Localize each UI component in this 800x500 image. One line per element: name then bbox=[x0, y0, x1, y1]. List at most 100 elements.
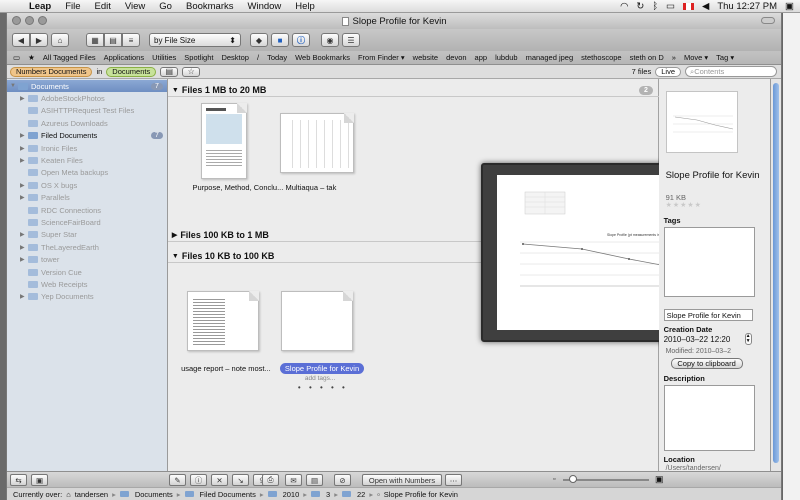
info-button[interactable]: ⓘ bbox=[292, 33, 310, 47]
path-crumb[interactable]: Filed Documents bbox=[200, 490, 256, 499]
bookmark-item[interactable]: devon bbox=[446, 53, 466, 62]
file-name[interactable]: usage report – note most... bbox=[171, 364, 281, 373]
columns-view-button[interactable]: ▤ bbox=[104, 33, 122, 47]
canada-flag-icon[interactable] bbox=[683, 2, 695, 10]
disclosure-triangle-icon[interactable]: ▶ bbox=[172, 231, 177, 239]
sidebar-item[interactable]: ▶ Keaten Files bbox=[7, 154, 167, 166]
path-crumb[interactable]: Documents bbox=[135, 490, 173, 499]
name-field[interactable]: Slope Profile for Kevin bbox=[663, 309, 753, 321]
sidebar-item[interactable]: ▶ Ironic Files bbox=[7, 142, 167, 154]
copy-to-clipboard-button[interactable]: Copy to clipboard bbox=[670, 358, 743, 369]
bookmarks-book-icon[interactable]: ▭ bbox=[13, 53, 20, 62]
disclosure-triangle-icon[interactable]: ▶ bbox=[20, 157, 28, 164]
bookmark-item[interactable]: From Finder ▾ bbox=[358, 53, 405, 62]
bookmark-item[interactable]: Spotlight bbox=[184, 53, 213, 62]
forward-button[interactable]: ▶ bbox=[30, 33, 48, 47]
sidebar-item-documents[interactable]: ▼ Documents 7 bbox=[7, 80, 167, 93]
sidebar-item[interactable]: Open Meta backups bbox=[7, 167, 167, 179]
path-crumb[interactable]: 22 bbox=[357, 490, 365, 499]
path-crumb[interactable]: tandersen bbox=[75, 490, 108, 499]
print-button[interactable]: ⎙ bbox=[262, 474, 279, 486]
user-icon[interactable]: ▣ bbox=[785, 1, 794, 12]
sidebar-item[interactable]: RDC Connections bbox=[7, 204, 167, 216]
info-bottom-button[interactable]: ⓘ bbox=[190, 474, 207, 486]
file-thumbnail[interactable] bbox=[280, 291, 353, 351]
group-header[interactable]: ▼ Files 1 MB to 20 MB 2 bbox=[167, 84, 665, 97]
file-thumbnail[interactable] bbox=[200, 103, 247, 179]
menu-bookmarks[interactable]: Bookmarks bbox=[179, 1, 241, 12]
disclosure-triangle-icon[interactable]: ▶ bbox=[20, 231, 28, 238]
star-icon[interactable]: ★ bbox=[28, 53, 35, 62]
bookmark-item[interactable]: / bbox=[257, 53, 259, 62]
bookmark-item[interactable]: Applications bbox=[104, 53, 144, 62]
clock[interactable]: Thu 12:27 PM bbox=[717, 1, 777, 12]
menu-go[interactable]: Go bbox=[152, 1, 179, 12]
description-field[interactable] bbox=[663, 385, 755, 451]
date-stepper[interactable]: ▲ ▼ bbox=[744, 333, 752, 345]
back-button[interactable]: ◀ bbox=[12, 33, 30, 47]
overflow-chevron-icon[interactable]: » bbox=[672, 53, 676, 62]
sidebar-item-filed-documents[interactable]: ▶ Filed Documents 7 bbox=[7, 130, 167, 142]
sidebar-item[interactable]: ▶ TheLayeredEarth bbox=[7, 241, 167, 253]
sidebar-item[interactable]: ▶ Yep Documents bbox=[7, 291, 167, 303]
volume-icon[interactable]: ◀ bbox=[702, 1, 709, 12]
sidebar-item[interactable]: Version Cue bbox=[7, 266, 167, 278]
close-window-button[interactable] bbox=[12, 16, 21, 25]
sidebar-item[interactable]: Azureus Downloads bbox=[7, 117, 167, 129]
menu-window[interactable]: Window bbox=[241, 1, 289, 12]
action-button[interactable]: ☰ bbox=[342, 33, 360, 47]
disclosure-triangle-icon[interactable]: ▶ bbox=[20, 132, 28, 139]
scrollbar-thumb[interactable] bbox=[773, 83, 780, 463]
toolbar-toggle-button[interactable] bbox=[761, 17, 775, 24]
search-input[interactable]: ⌕ Contents bbox=[685, 66, 777, 77]
scope-token[interactable]: Numbers Documents bbox=[10, 66, 93, 77]
disclosure-triangle-icon[interactable]: ▶ bbox=[20, 145, 28, 152]
icon-view-button[interactable]: ▦ bbox=[86, 33, 104, 47]
rating-filter-button[interactable]: ☆ bbox=[182, 66, 201, 77]
disclosure-triangle-icon[interactable]: ▼ bbox=[10, 83, 18, 89]
tag-button[interactable]: ◆ bbox=[250, 33, 268, 47]
file-name-selected[interactable]: Slope Profile for Kevin bbox=[279, 363, 365, 374]
home-button[interactable]: ⌂ bbox=[51, 33, 69, 47]
zoom-slider-knob[interactable] bbox=[569, 475, 577, 483]
bookmark-item[interactable]: steth on D bbox=[630, 53, 664, 62]
disclosure-triangle-icon[interactable]: ▶ bbox=[20, 182, 28, 189]
add-tags-link[interactable]: add tags... bbox=[305, 375, 335, 382]
info-scrollbar[interactable] bbox=[771, 79, 781, 471]
sidebar-item[interactable]: ▶ Parallels bbox=[7, 192, 167, 204]
disclosure-triangle-icon[interactable]: ▶ bbox=[20, 95, 28, 102]
creation-date-field[interactable]: 2010–03–22 12:20 bbox=[664, 335, 744, 344]
edit-button[interactable]: ✎ bbox=[169, 474, 186, 486]
rating-dots[interactable]: • • • • • bbox=[298, 383, 348, 392]
menu-file[interactable]: File bbox=[58, 1, 87, 12]
delete-button[interactable]: ✕ bbox=[211, 474, 228, 486]
bookmark-item[interactable]: app bbox=[475, 53, 488, 62]
quicklook-button[interactable]: ◉ bbox=[321, 33, 339, 47]
menu-view[interactable]: View bbox=[118, 1, 152, 12]
sidebar-item[interactable]: ▶ Super Star bbox=[7, 229, 167, 241]
bookmark-item[interactable]: Desktop bbox=[221, 53, 249, 62]
wifi-icon[interactable]: ◠ bbox=[620, 1, 628, 12]
sidebar-item[interactable]: ▶ OS X bugs bbox=[7, 179, 167, 191]
export-button[interactable]: ▤ bbox=[306, 474, 323, 486]
sidebar-item[interactable]: ScienceFairBoard bbox=[7, 216, 167, 228]
info-rating-stars[interactable]: ★★★★★ bbox=[666, 201, 702, 209]
zoom-window-button[interactable] bbox=[38, 16, 47, 25]
open-with-button[interactable]: Open with Numbers bbox=[362, 474, 442, 486]
live-button[interactable]: Live bbox=[655, 66, 681, 77]
reveal-button[interactable]: ↘ bbox=[232, 474, 249, 486]
bluetooth-icon[interactable]: ᛒ bbox=[652, 1, 658, 12]
sidebar-item[interactable]: ▶ tower bbox=[7, 253, 167, 265]
list-view-button[interactable]: ≡ bbox=[122, 33, 140, 47]
bookmark-item[interactable]: All Tagged Files bbox=[43, 53, 96, 62]
disclosure-triangle-icon[interactable]: ▼ bbox=[172, 253, 179, 260]
bookmark-item[interactable]: Today bbox=[267, 53, 287, 62]
disclosure-triangle-icon[interactable]: ▶ bbox=[20, 293, 28, 300]
disclosure-triangle-icon[interactable]: ▶ bbox=[20, 256, 28, 263]
menu-edit[interactable]: Edit bbox=[88, 1, 118, 12]
bookmark-item[interactable]: website bbox=[413, 53, 438, 62]
collapse-sidebar-button[interactable]: ⇆ bbox=[10, 474, 27, 486]
minimize-window-button[interactable] bbox=[25, 16, 34, 25]
bookmark-item[interactable]: Move ▾ bbox=[684, 53, 708, 62]
bookmark-item[interactable]: stethoscope bbox=[581, 53, 621, 62]
